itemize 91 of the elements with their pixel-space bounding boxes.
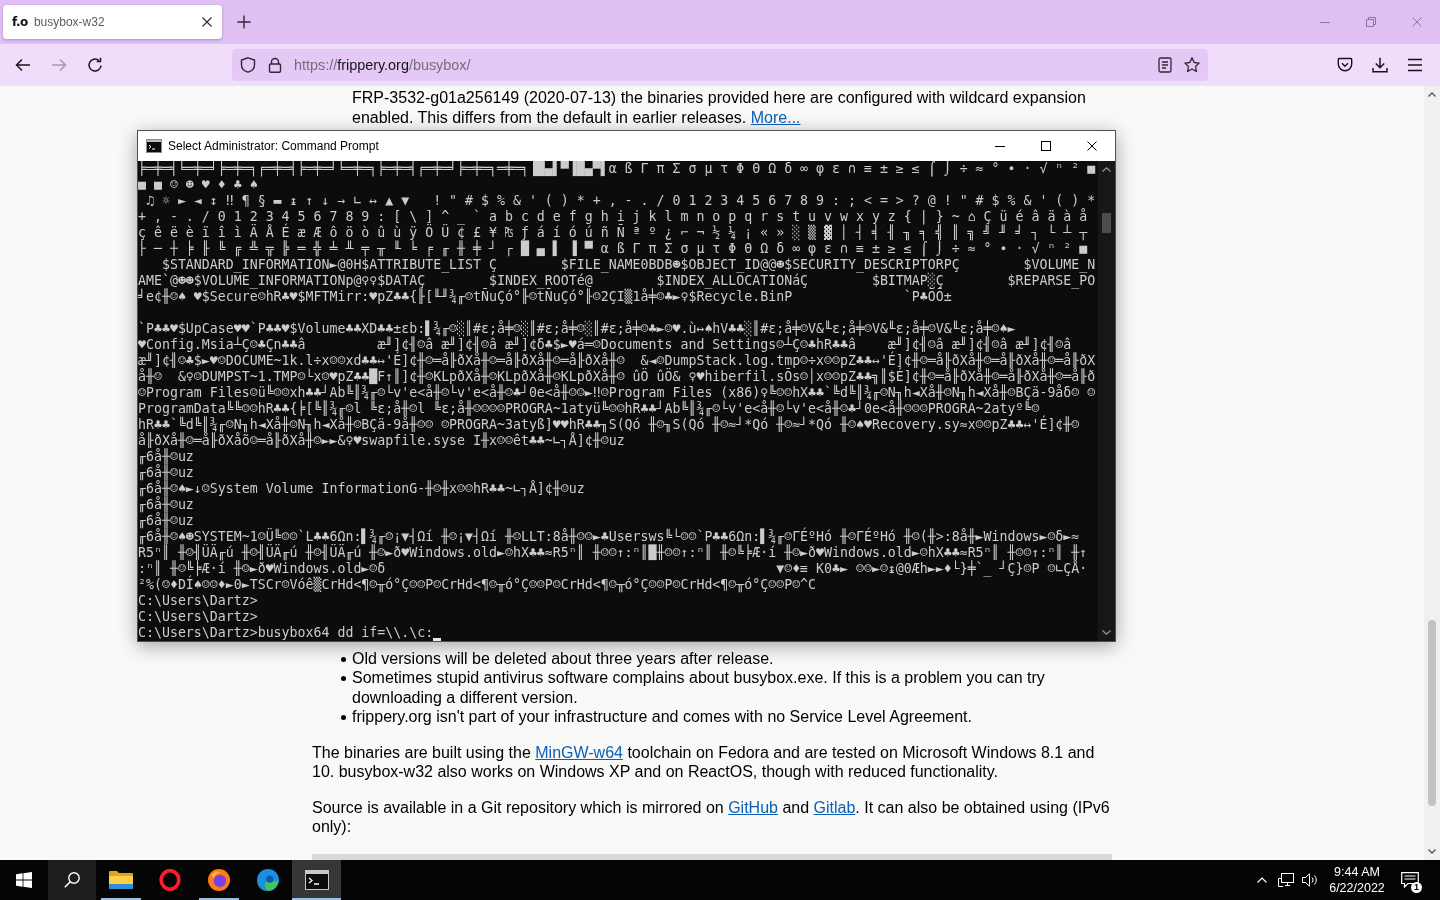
terminal-line: C:\Users\Dartz> — [138, 593, 258, 609]
orb-icon — [206, 869, 231, 891]
url-text[interactable]: https://frippery.org/busybox/ — [294, 57, 1146, 73]
terminal-line: ç ê ë è ï î ì Ä Å É æ Æ ô ö ò û ù ÿ Ö Ü ¢ £ ¥ ₧ ƒ á í ó ú ñ Ñ ª º ¿ ⌐ ¬ ½ ¼ ¡ « » ░ ▒ ▓ │ ┤ ╡ ╢ ╖ ╕ ╣ ║ ╗ ╝ ╜ ╛ ┐ └ ┴ ┬ — [138, 225, 1088, 241]
text-link[interactable]: MinGW-w64 — [535, 743, 623, 761]
terminal-line: ╓6å╫☺uz — [138, 497, 194, 513]
restore-icon — [1366, 17, 1376, 27]
browser-tab[interactable]: f.o busybox-w32 — [3, 5, 222, 39]
list-item-text: Sometimes stupid antivirus software complains about busybox.exe. If this is a problem you can try downloading a different version. — [352, 668, 1046, 707]
bullet-icon — [341, 676, 346, 681]
terminal-line: R5ⁿ║ ╫☺╢ÜÄ╓ú ╫☺╢ÜÄ╓ú ╫☺╢ÜÄ╓ú ╫☺►ð♥Windows.old►☺hX♣♣≈R5ⁿ║ ╫☺☺↑:ⁿ║█╫☺☺↑:ⁿ║ ╫☺╚╞Æ·í ╫☺►ð♥Windows.old►☺hX♣♣≈R5ⁿ║ ╫☺☺↑:ⁿ║ ╫↑ — [138, 545, 1088, 561]
reader-view-icon[interactable] — [1157, 57, 1173, 73]
close-icon — [1087, 141, 1097, 151]
forward-arrow-icon — [51, 57, 67, 73]
terminal-line: ■ ■ ☺ ☻ ♥ ♦ ♣ ♠ — [138, 177, 258, 193]
text-link[interactable]: More... — [750, 108, 801, 126]
lock-icon[interactable] — [267, 57, 283, 73]
notification-count: 1 — [1411, 882, 1422, 893]
paragraph: The binaries are built using the MinGW-w64 toolchain on Fedora and are tested on Microsoft Windows 8.1 and 10. busybox-w32 also works on Windows XP and on ReactOS, though with reduced functionality. — [312, 742, 1096, 782]
close-icon — [202, 17, 212, 27]
menu-icon — [1407, 57, 1423, 73]
swirl-icon — [255, 869, 280, 891]
bullet-icon — [341, 715, 346, 720]
terminal-line: AME`@☻☻$VOLUME_INFORMATIONp@♀♀$DATAÇ $INDEX_ROOTé@ $INDEX_ALLOCATIONáÇ $BITMAP░Ç $REPARSE_PO — [138, 273, 1096, 289]
minimize-icon — [995, 145, 1005, 147]
minimize-icon — [1320, 21, 1330, 23]
site-logo: f.o — [12, 15, 28, 29]
speaker-icon — [1302, 872, 1318, 888]
folder-icon — [108, 869, 133, 891]
terminal-line: ╓6å╫☺uz — [138, 465, 194, 481]
network-icon — [1278, 872, 1294, 888]
scrollbar-thumb[interactable] — [1428, 620, 1436, 806]
clock-button[interactable]: 9:44 AM 6/22/2022 — [1322, 860, 1392, 900]
terminal-line: hR♣♣`╚d╚║¾╓☺N╖h◄Xå╫☺N╖h◄Xå╫☺BÇä-9å╫☺☺ ☺PROGRA~3atyß]♥♥hR♣♣╖S(Qó ╫☺╖S(Qó ╫☺≈┘*Qó ╫☺≈┘*Qó ╫☺♠♥Recovery.sy≈x☺☺pZ♣♣↔'É]¢╫☺ — [138, 417, 1080, 433]
list-item-text: Old versions will be deleted about three years after release. — [352, 648, 775, 668]
list-item-text: frippery.org isn't part of your infrastructure and comes with no Service Level Agreement. — [352, 707, 973, 727]
terminal-line: ├ ─ ┼ ╞ ╟ ╚ ╔ ╩ ╦ ╠ ═ ╬ ╧ ╨ ╤ ╥ ╙ ╘ ╒ ╓ ╫ ╪ ┘ ┌ █ ▄ ▌ ▐ ▀ α ß Γ π Σ σ µ τ Φ Θ Ω δ ∞ φ ε ∩ ≡ ± ≥ ≤ ⌠ ⌡ ÷ ≈ ° ∙ · √ ⁿ ² ■ — [138, 241, 1088, 257]
terminal-line: å╟ðXå╫☺═å╟ðXåõ☺═å╟ðXå╫☺►►&♀♥swapfile.syse I╫x☺☺êt♣♣~∟┐Å]¢╫☺uz — [138, 433, 625, 449]
chevron-up-icon[interactable] — [1428, 92, 1436, 97]
notifications-button[interactable]: 1 — [1392, 860, 1428, 900]
search-icon — [64, 872, 80, 888]
terminal-icon — [146, 139, 162, 153]
terminal-line: ProgramData╚╚☺☺hR♣♣{╞[╚║¾╓☺l ╚ε;å╫☺l ╚ε;å╫☺☺☺☺PROGRA~1atyü╚☺☺hR♣♣┘Ab╚║¾╓☺└v'e<å╫☺└v'e<å╫☺♣┘0e<å╫☺☺☺PROGRA~2atyº╚☺ — [138, 401, 1040, 417]
chevron-up-icon — [1257, 875, 1267, 885]
window-title: Select Administrator: Command Prompt — [168, 139, 379, 153]
bookmark-star-icon[interactable] — [1184, 57, 1200, 73]
scrollbar[interactable] — [1424, 86, 1440, 860]
shield-icon[interactable] — [240, 57, 256, 73]
message-icon — [1401, 872, 1419, 888]
bullet-icon — [341, 656, 346, 662]
terminal-line: ╓6å╫☺uz — [138, 449, 194, 465]
terminal-line: ♫ ☼ ► ◄ ↕ ‼ ¶ § ▬ ↨ ↑ ↓ → ∟ ↔ ▲ ▼ ! " # $ % & ' ( ) * + , - . / 0 1 2 3 4 5 6 7 8 9 : ; < = > ? @ ! " # $ % & ' ( ) * — [144, 193, 1096, 208]
plus-icon — [237, 15, 251, 29]
terminal-line: ☺Program Files☺ü╚☺☺xh♣♣┘Ab╚║¾╓☺└v'e<å╫☺└v'e<å╫☺♣┘0e<å╫☺☺►‼☺Program Files (x86)♀╚☺☺hX♣♣`╚d╚║¾╓☺N╖h◄Xå╫☺N╖h◄Xå╫☺BÇä-9åδ☺ ☺ — [138, 385, 1096, 401]
text-link[interactable]: GitHub — [728, 798, 778, 816]
chevron-down-icon[interactable] — [1102, 630, 1111, 635]
text-link[interactable]: Gitlab — [813, 798, 856, 816]
chevron-down-icon[interactable] — [1428, 849, 1436, 854]
terminal-line: :ⁿ║ ╫☺╚╞Æ·í ╫☺►ð♥Windows.old►☺δ ▼☺♦≡ K0♣► ☺☺►☺↨@0Æh►►♦└}╪`_ ┘Ç}☺P ☺∟ÇÅ· — [138, 561, 1088, 577]
list-item-text: FRP-3532-g01a256149 (2020-07-13) the binaries provided here are configured with wildcard expansion enabled. This differs from the default in earlier releases. More... — [351, 88, 1087, 127]
terminal-line: $STANDARD_INFORMATION►@0H$ATTRIBUTE_LIST Ç $FILE_NAME0BDB☻$OBJECT_ID@@☻$SECURITY_DESCRIPTORPÇ $VOLUME_N — [161, 257, 1096, 273]
chevron-up-icon[interactable] — [1102, 167, 1111, 172]
clock-time: 9:44 AM — [1334, 865, 1380, 879]
close-icon — [1412, 17, 1422, 27]
paragraph: Source is available in a Git repository which is mirrored on GitHub and Gitlab. It can also be obtained using (IPv6 only): — [312, 797, 1111, 837]
terminal-line: ╛e¢╫☺♠ ♥$Secure☺hR♣♥$MFTMirr:♥pZ♣♣{╟[╙╜¾╓☺tÑuÇó°╟☺tÑuÇó°╟☺2ÇI▒1å╪☺♣►♀$Recycle.BinP `P♣ÕÕ± — [138, 289, 952, 305]
windows-logo-icon — [16, 872, 32, 888]
address-field[interactable]: https://frippery.org/busybox/ — [232, 49, 1208, 81]
terminal-line: ♥Config.Msia┴Ç☺♣Çn♣♣â æ╜]¢╢☺â æ╜]¢╢☺â æ╜]¢δ♣$►♥á═☺Documents and Settings☺┴Ç☺♣hR♣♣â æ╜]¢╢☺â æ╜]¢╢☺â æ╜]¢╢☺â — [138, 337, 1072, 352]
terminal-line: ╞═╪═╡╘═╪═╛╞═╪═╕╒═╪═╡╞═╪═╛╘═╪═╕╞═╪═╡╒═╪═╛╞═╪═╕═╪═╕▐█▄▌▀▐█▄▀▌α ß Γ π Σ σ µ τ Φ Θ Ω δ ∞ φ ε ∩ ≡ ± ≥ ≤ ⌠ ⌡ ÷ ≈ ° ∙ · √ ⁿ ² ■ — [138, 161, 1096, 177]
reload-icon — [87, 57, 103, 73]
maximize-icon — [1041, 141, 1051, 151]
scrollbar-thumb[interactable] — [1102, 213, 1111, 233]
ring-icon — [157, 869, 182, 891]
terminal-line: å╫☺ &♀☺DUMPST~1.TMP☺└x☺♥pZ♣♣█F↑║]¢╫☺KLpðXå╫☺KLpðXå╫☺KLpðXå╫☺ ûÖ ûÖ& ♀♥hiberfil.sÕs☺│x☺☺pZ♣♣╗║$É]¢╫☺═å╟ðXå╫☺═å╟ðXå╫☺═å╟ð — [138, 369, 1096, 385]
search-button[interactable] — [48, 860, 96, 900]
terminal-line: ²%(☺♦DÍ♠☺☺♦►0►TSCr☺Vóê▒CrHd<¶☺╥ó°Ç☺☺P☺CrHd<¶☺╥ó°Ç☺☺P☺CrHd<¶☺╥ó°Ç☺☺P☺CrHd<¶☺╥ó°Ç☺☺P☺^C — [138, 577, 817, 593]
download-icon — [1372, 57, 1388, 73]
terminal-line: æ╜]¢╢☺♣$►♥☺DOCUME~1k.l÷x☺☺xd♣♣↔'É]¢╫☺═å╟ðXå╫☺═å╟ðXå╫☺═å╟ðXå╫☺ &◄☺DumpStack.log.tmp☺÷x☺☺pZ♣♣↔'É]¢╫☺═å╟ðXå╫☺═å╟ðXå╫☺═å╟ðX — [138, 353, 1096, 368]
terminal-line: ╓6å╫☺uz — [138, 513, 194, 529]
chevron-tray-icon — [1337, 57, 1353, 73]
terminal-line: ╓6å╫☺♠►↓☺System Volume InformationG-╫☺╫x☺☺hR♣♣~∟┐Å]¢╫☺uz — [138, 481, 585, 497]
clock-date: 6/22/2022 — [1329, 881, 1385, 895]
back-arrow-icon — [15, 57, 31, 73]
scrollbar[interactable] — [1098, 161, 1115, 641]
terminal-line: C:\Users\Dartz> — [138, 609, 258, 625]
terminal-icon — [304, 869, 329, 891]
terminal-line: C:\Users\Dartz>busybox64 dd if=\\.\c: — [138, 625, 434, 641]
terminal-line: `P♣♣♥$UpCase♥♥`P♣♣♥$Volume♣♣XD♣♣±εb:▌¾╓☺░║#ε;å╪☺░║#ε;å╪☺░║#ε;å╪☺♣►☺♥.ù↔♠hV♣♣░║#ε;å╪☺V&╙ε;å╪☺V&╙ε;å╪☺V&╙ε;å╪☺♠► — [138, 321, 1016, 337]
terminal-line: ╓6å╫☺♠☻SYSTEM~1☺Ü╚☺☺`L♣♣6Ωn:▌¾╓☺¡▼┤Ωí ╫☺¡▼┤Ωí ╫☺LLT:8å╫☺☺►♣Usersws╚└☺☺`P♣♣6Ωn:▌¾╓☺ΓÉºHó ╫☺ΓÉºHó ╫☺(╫>:8å╫►Windows►☺δ►≈ — [138, 529, 1080, 545]
taskbar-app-button[interactable] — [292, 860, 341, 900]
